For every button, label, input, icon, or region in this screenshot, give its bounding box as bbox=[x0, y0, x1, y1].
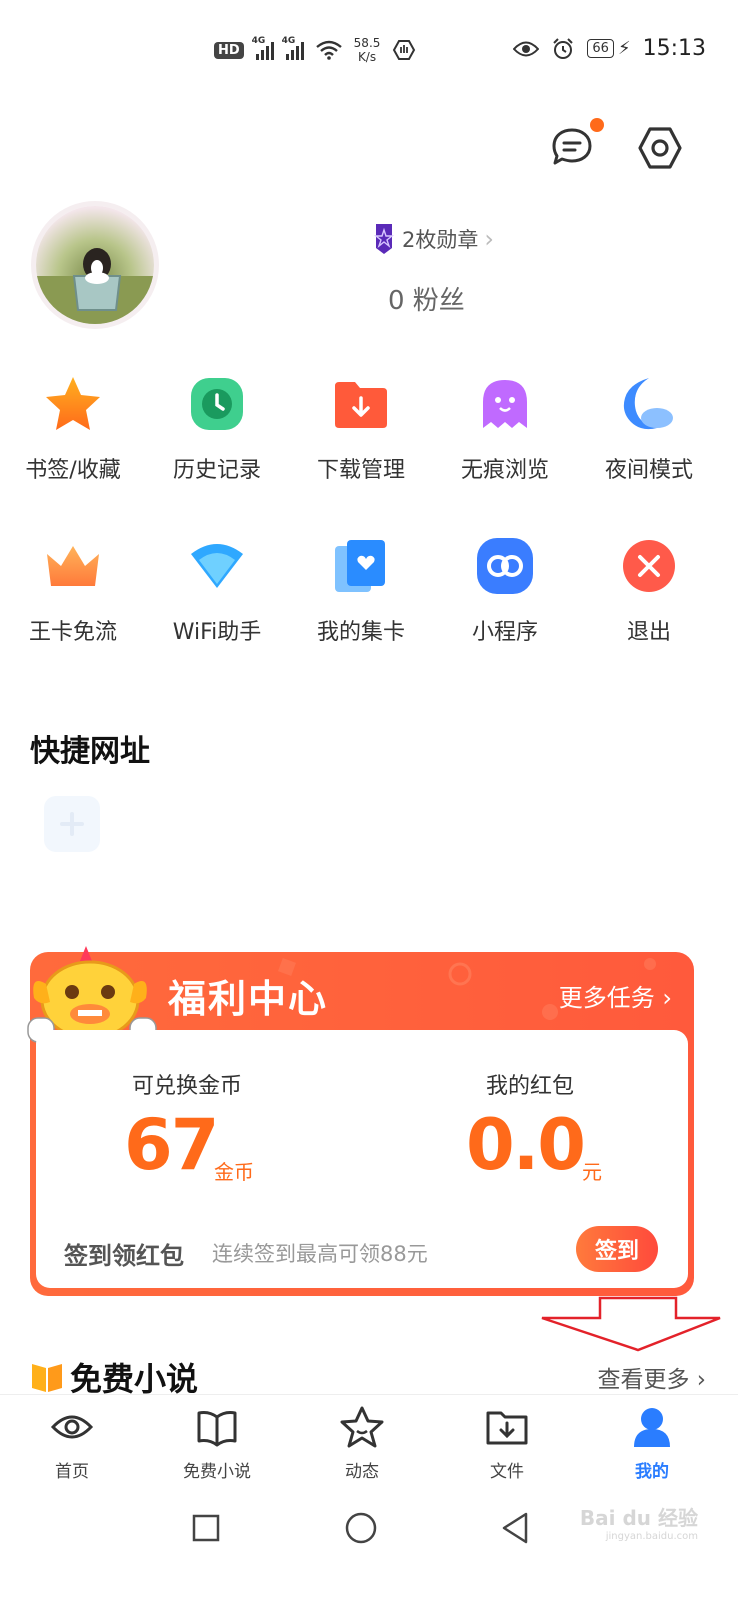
nav-free-novels[interactable]: 免费小说 bbox=[157, 1405, 277, 1482]
status-right: 66 ⚡ 15:13 bbox=[513, 36, 706, 61]
signin-description: 连续签到最高可领88元 bbox=[212, 1242, 428, 1266]
alarm-icon bbox=[553, 37, 574, 59]
arrow-down-annotation-icon bbox=[541, 1296, 721, 1352]
nav-label: 首页 bbox=[55, 1462, 89, 1482]
watermark-url: jingyan.baidu.com bbox=[605, 1531, 698, 1542]
settings-icon[interactable] bbox=[636, 124, 684, 172]
nav-me[interactable]: 我的 bbox=[592, 1405, 712, 1482]
coins-label: 可兑换金币 bbox=[132, 1074, 243, 1099]
tool-label: 历史记录 bbox=[172, 458, 261, 483]
tool-incognito[interactable]: 无痕浏览 bbox=[432, 374, 578, 484]
tool-exit[interactable]: 退出 bbox=[576, 536, 722, 646]
status-left: HD 4G 4G 58.5 K/s bbox=[214, 36, 416, 64]
tool-bookmarks[interactable]: 书签/收藏 bbox=[0, 374, 146, 484]
baidu-watermark: Bai du 经验 jingyan.baidu.com bbox=[580, 1502, 698, 1542]
tool-label: 王卡免流 bbox=[28, 620, 117, 645]
tool-history[interactable]: 历史记录 bbox=[144, 374, 290, 484]
tool-label: WiFi助手 bbox=[172, 620, 262, 645]
chevron-right-icon: › bbox=[484, 225, 494, 253]
coins-unit: 金币 bbox=[214, 1160, 254, 1184]
eye-icon bbox=[50, 1415, 94, 1439]
nav-label: 免费小说 bbox=[183, 1462, 251, 1482]
clock-icon bbox=[191, 378, 243, 430]
coins-value[interactable]: 67 bbox=[124, 1104, 219, 1186]
recent-apps-icon[interactable] bbox=[186, 1508, 226, 1548]
tool-label: 下载管理 bbox=[316, 458, 405, 483]
welfare-center-card: 福利中心 更多任务 › 可兑换金币 67 金币 我的红包 0.0 元 签到领红包… bbox=[27, 946, 694, 1296]
medal-count: 2枚勋章 bbox=[402, 228, 479, 252]
tool-cards[interactable]: 我的集卡 bbox=[288, 536, 434, 646]
download-folder-icon bbox=[335, 382, 387, 428]
add-quick-url-button[interactable] bbox=[44, 796, 100, 852]
battery-indicator: 66 bbox=[587, 39, 614, 58]
message-icon[interactable] bbox=[548, 124, 596, 172]
nav-label: 文件 bbox=[490, 1462, 524, 1482]
charging-icon: ⚡ bbox=[617, 38, 631, 59]
tool-label: 书签/收藏 bbox=[25, 458, 121, 483]
nav-feed[interactable]: 动态 bbox=[302, 1405, 422, 1482]
tool-label: 夜间模式 bbox=[604, 458, 693, 483]
tool-wifi[interactable]: WiFi助手 bbox=[144, 536, 290, 646]
eye-comfort-icon bbox=[513, 41, 540, 56]
nav-label: 动态 bbox=[345, 1462, 379, 1482]
wifi-icon bbox=[191, 544, 243, 588]
medal-badges-link[interactable]: 2枚勋章 › bbox=[372, 222, 494, 256]
network-type-label: 4G bbox=[251, 36, 266, 46]
tool-label: 我的集卡 bbox=[316, 620, 405, 645]
user-icon bbox=[634, 1408, 670, 1447]
back-triangle-icon[interactable] bbox=[496, 1508, 536, 1548]
nav-label: 我的 bbox=[635, 1462, 669, 1482]
status-bar: HD 4G 4G 58.5 K/s 66 ⚡ 15:13 bbox=[0, 0, 738, 100]
signin-title: 签到领红包 bbox=[64, 1242, 184, 1270]
signin-button[interactable]: 签到 bbox=[576, 1226, 658, 1272]
speed-value: 58.5 bbox=[353, 36, 381, 50]
tool-wangka[interactable]: 王卡免流 bbox=[0, 536, 146, 646]
lion-mascot-icon bbox=[27, 946, 157, 1043]
nav-home[interactable]: 首页 bbox=[12, 1405, 132, 1482]
welfare-title: 福利中心 bbox=[168, 977, 329, 1021]
book-icon bbox=[32, 1364, 62, 1392]
bottom-navigation: 首页 免费小说 动态 文件 我的 bbox=[0, 1394, 738, 1490]
medal-icon bbox=[374, 224, 394, 254]
tool-label: 退出 bbox=[626, 620, 671, 645]
quick-urls-title: 快捷网址 bbox=[30, 734, 150, 769]
tool-night-mode[interactable]: 夜间模式 bbox=[576, 374, 722, 484]
file-download-icon bbox=[486, 1411, 528, 1445]
redpack-unit: 元 bbox=[582, 1160, 602, 1184]
nav-files[interactable]: 文件 bbox=[447, 1405, 567, 1482]
star-face-icon bbox=[340, 1406, 384, 1448]
watermark-brand: Bai du 经验 bbox=[579, 1506, 698, 1530]
redpack-label: 我的红包 bbox=[486, 1074, 575, 1099]
card-icon bbox=[335, 540, 385, 592]
signal-icon: 4G bbox=[282, 36, 304, 60]
tool-label: 无痕浏览 bbox=[460, 458, 549, 483]
wifi-status-icon bbox=[315, 40, 342, 60]
miniprogram-icon bbox=[477, 538, 533, 594]
avatar[interactable] bbox=[36, 206, 154, 324]
book-open-icon bbox=[197, 1411, 237, 1447]
moon-icon bbox=[623, 378, 673, 430]
tool-miniprogram[interactable]: 小程序 bbox=[432, 536, 578, 646]
ghost-icon bbox=[483, 380, 527, 428]
fans-count[interactable]: 0 粉丝 bbox=[388, 280, 465, 317]
signal-icon: 4G bbox=[252, 36, 274, 60]
network-speed: 58.5 K/s bbox=[354, 36, 381, 64]
welfare-stats-panel: 可兑换金币 67 金币 我的红包 0.0 元 签到领红包 连续签到最高可领88元… bbox=[36, 1030, 688, 1288]
hand-icon bbox=[393, 40, 416, 60]
tool-label: 小程序 bbox=[471, 620, 538, 645]
clock-time: 15:13 bbox=[642, 36, 706, 61]
tool-downloads[interactable]: 下载管理 bbox=[288, 374, 434, 484]
exit-icon bbox=[623, 540, 675, 592]
see-more-link[interactable]: 查看更多 › bbox=[597, 1360, 706, 1394]
crown-icon bbox=[47, 546, 99, 586]
network-type-label: 4G bbox=[281, 36, 296, 46]
more-tasks-link[interactable]: 更多任务 › bbox=[559, 978, 672, 1013]
message-notification-dot bbox=[590, 118, 604, 132]
hd-badge: HD bbox=[214, 41, 244, 59]
redpack-value[interactable]: 0.0 bbox=[466, 1104, 586, 1186]
star-icon bbox=[46, 377, 100, 430]
home-circle-icon[interactable] bbox=[341, 1508, 381, 1548]
speed-unit: K/s bbox=[357, 50, 377, 64]
